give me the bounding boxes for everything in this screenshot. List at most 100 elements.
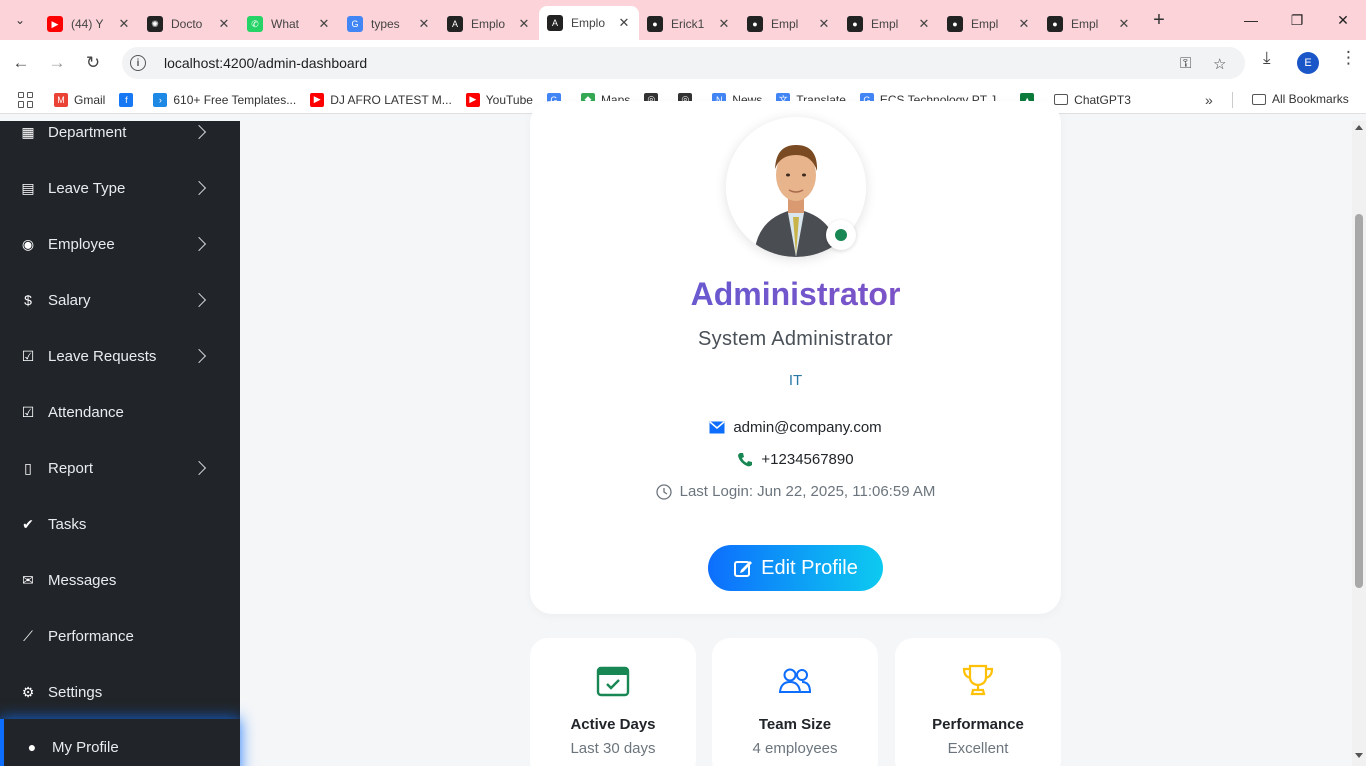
new-tab-button[interactable]: + <box>1145 6 1173 34</box>
more-bookmarks-icon[interactable]: » <box>1205 92 1213 108</box>
sidebar-item-messages[interactable]: ✉ Messages <box>0 552 240 608</box>
edit-profile-label: Edit Profile <box>761 556 858 579</box>
scroll-up-icon[interactable] <box>1355 125 1363 130</box>
browser-tab[interactable]: A Emplo ✕ <box>539 6 639 40</box>
browser-tab[interactable]: ● Empl ✕ <box>739 8 839 40</box>
divider <box>1232 92 1233 108</box>
sidebar-item-label: Performance <box>48 627 134 645</box>
sidebar-item-report[interactable]: ▯ Report <box>0 440 240 496</box>
tab-close-icon[interactable]: ✕ <box>317 16 331 32</box>
tab-close-icon[interactable]: ✕ <box>217 16 231 32</box>
close-window-icon[interactable]: ✕ <box>1320 0 1366 40</box>
url-text[interactable]: localhost:4200/admin-dashboard <box>164 55 367 71</box>
tab-close-icon[interactable]: ✕ <box>517 16 531 32</box>
chevron-right-icon <box>191 124 207 140</box>
bookmark-item[interactable]: ▶ DJ AFRO LATEST M... <box>310 92 452 107</box>
scrollbar-thumb[interactable] <box>1355 214 1363 588</box>
stat-card-active-days: Active Days Last 30 days <box>530 638 696 766</box>
tab-title: What <box>271 17 300 31</box>
sidebar-item-label: Report <box>48 459 94 477</box>
profile-phone: +1234567890 <box>761 451 854 468</box>
sidebar: ▦ Department ▤ Leave Type ◉ Employee $ Salary ☑ L… <box>0 121 240 766</box>
chevron-right-icon <box>191 348 207 364</box>
calendar-check-icon: ☑ <box>21 403 35 420</box>
browser-tab[interactable]: ✆ What ✕ <box>239 8 339 40</box>
back-icon[interactable]: ← <box>6 48 36 78</box>
site-info-icon[interactable]: i <box>130 55 146 71</box>
scroll-down-icon[interactable] <box>1355 753 1363 758</box>
password-key-icon[interactable]: ⚿ <box>1180 55 1191 72</box>
tab-search-icon[interactable]: ⌄ <box>7 7 33 33</box>
edit-icon <box>733 558 753 578</box>
github-icon: ● <box>647 16 663 32</box>
user-circle-icon: ◉ <box>21 235 35 252</box>
address-toolbar: ← → ↻ i localhost:4200/admin-dashboard ⚿… <box>0 40 1366 86</box>
tab-close-icon[interactable]: ✕ <box>717 16 731 32</box>
person-icon: ● <box>27 739 37 755</box>
chart-line-icon: ⟋ <box>23 627 33 644</box>
people-icon <box>775 660 815 700</box>
profile-name: Administrator <box>530 276 1061 313</box>
download-icon[interactable]: ⤓ <box>1263 48 1271 68</box>
browser-tab[interactable]: ● Empl ✕ <box>939 8 1039 40</box>
gear-icon: ⚙ <box>21 683 35 700</box>
sidebar-item-performance[interactable]: ⟋ Performance <box>0 608 240 664</box>
browser-tab[interactable]: A Emplo ✕ <box>439 8 539 40</box>
sidebar-item-label: Attendance <box>48 403 124 421</box>
browser-tab[interactable]: ● Empl ✕ <box>839 8 939 40</box>
tab-close-icon[interactable]: ✕ <box>617 15 631 31</box>
stat-subtitle: Excellent <box>947 740 1009 757</box>
tab-close-icon[interactable]: ✕ <box>1117 16 1131 32</box>
tab-close-icon[interactable]: ✕ <box>817 16 831 32</box>
sidebar-item-salary[interactable]: $ Salary <box>0 272 240 328</box>
browser-tab[interactable]: ✺ Docto ✕ <box>139 8 239 40</box>
profile-last-login: Last Login: Jun 22, 2025, 11:06:59 AM <box>679 483 936 500</box>
edit-profile-button[interactable]: Edit Profile <box>708 545 883 591</box>
bookmark-item[interactable]: ▶ YouTube <box>465 92 533 107</box>
browser-tab[interactable]: ▶ (44) Y ✕ <box>39 8 139 40</box>
tab-close-icon[interactable]: ✕ <box>1017 16 1031 32</box>
sidebar-item-label: Settings <box>48 683 103 701</box>
tab-close-icon[interactable]: ✕ <box>917 16 931 32</box>
sidebar-item-department[interactable]: ▦ Department <box>0 104 240 160</box>
profile-avatar[interactable]: E <box>1297 52 1319 74</box>
sidebar-item-leave-requests[interactable]: ☑ Leave Requests <box>0 328 240 384</box>
forward-icon[interactable]: → <box>42 48 72 78</box>
stat-title: Team Size <box>758 716 832 733</box>
chevron-right-icon <box>191 292 207 308</box>
online-status-indicator <box>826 220 856 250</box>
tab-title: Empl <box>771 17 799 31</box>
browser-tab[interactable]: Gtypes ✕ <box>339 8 439 40</box>
whatsapp-icon: ✆ <box>247 16 263 32</box>
reload-icon[interactable]: ↻ <box>78 48 108 78</box>
sidebar-item-settings[interactable]: ⚙ Settings <box>0 664 240 720</box>
chevron-right-icon <box>191 180 207 196</box>
all-bookmarks[interactable]: All Bookmarks <box>1252 92 1349 106</box>
tab-close-icon[interactable]: ✕ <box>417 16 431 32</box>
page-scrollbar[interactable] <box>1352 121 1366 766</box>
profile-email: admin@company.com <box>733 419 882 436</box>
sidebar-item-my-profile[interactable]: ● My Profile <box>0 719 240 766</box>
check-circle-icon: ✔ <box>22 515 34 532</box>
sidebar-item-leave-type[interactable]: ▤ Leave Type <box>0 160 240 216</box>
browser-tab[interactable]: ● Empl ✕ <box>1039 8 1139 40</box>
bookmark-item[interactable]: ChatGPT3 <box>1054 93 1131 107</box>
sidebar-item-tasks[interactable]: ✔ Tasks <box>0 496 240 552</box>
chevron-right-icon <box>191 460 207 476</box>
minimize-icon[interactable]: — <box>1228 0 1274 40</box>
profile-last-login-row: Last Login: Jun 22, 2025, 11:06:59 AM <box>530 483 1061 500</box>
tab-title: Empl <box>971 17 999 31</box>
sidebar-item-attendance[interactable]: ☑ Attendance <box>0 384 240 440</box>
bookmark-star-icon[interactable]: ☆ <box>1213 55 1226 73</box>
browser-tab[interactable]: ● Erick1 ✕ <box>639 8 739 40</box>
tab-close-icon[interactable]: ✕ <box>117 16 131 32</box>
tab-title: Emplo <box>471 17 506 31</box>
calendar-list-icon: ▤ <box>21 179 35 196</box>
tab-title: types <box>371 17 400 31</box>
restore-icon[interactable]: ❐ <box>1274 0 1320 40</box>
sidebar-item-employee[interactable]: ◉ Employee <box>0 216 240 272</box>
bookmark-label: DJ AFRO LATEST M... <box>330 92 452 107</box>
tab-title: Erick1 <box>671 17 705 31</box>
address-bar[interactable]: i localhost:4200/admin-dashboard ⚿ ☆ <box>122 47 1245 79</box>
menu-dots-icon[interactable]: ⋮ <box>1340 48 1357 68</box>
